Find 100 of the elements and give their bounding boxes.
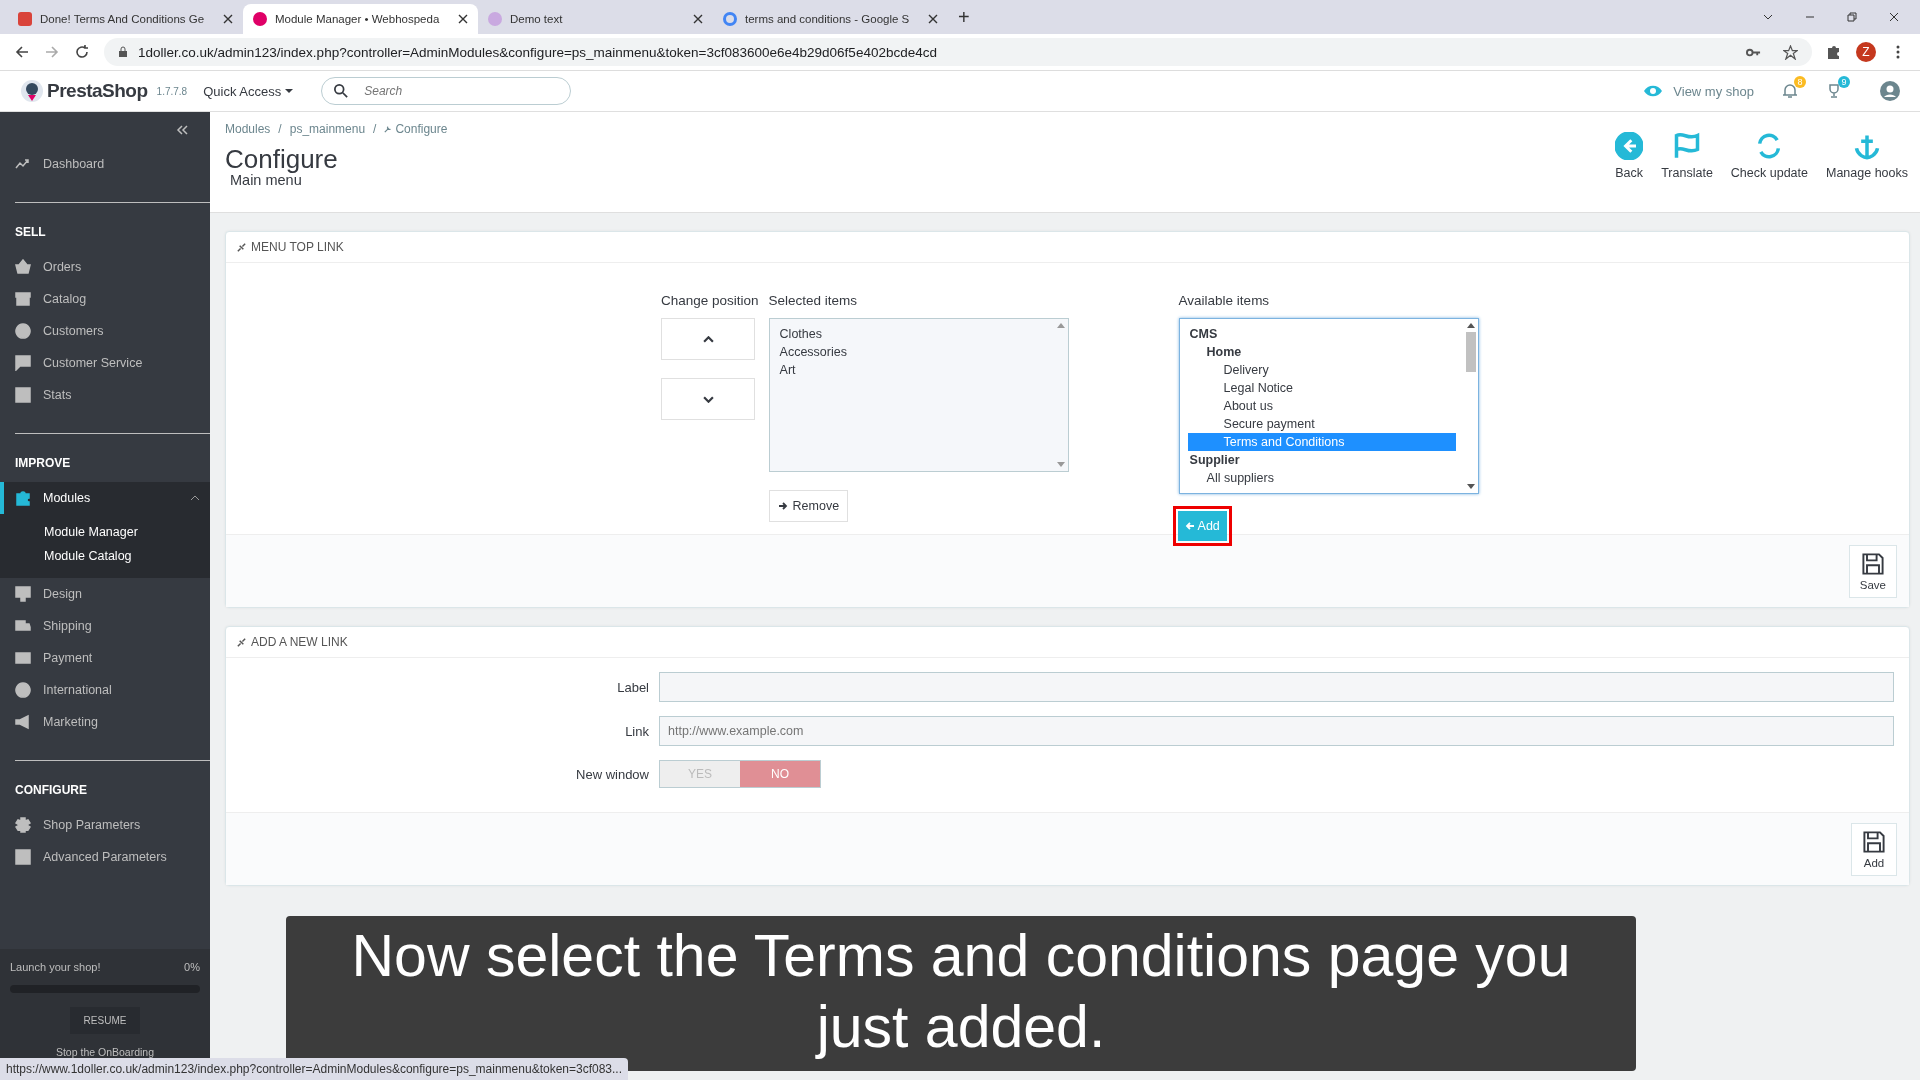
quick-access-dropdown[interactable]: Quick Access [203,83,294,99]
sidebar-item[interactable]: Catalog [0,283,210,315]
toolbar-button[interactable]: Manage hooks [1826,132,1908,180]
chevron-down-icon [702,395,714,403]
back-arrow-icon[interactable] [14,44,30,60]
scroll-thumb[interactable] [1465,332,1476,372]
sidebar-item[interactable]: Stats [0,379,210,411]
restore-icon[interactable] [1846,11,1858,23]
browser-tab[interactable]: Done! Terms And Conditions Ge [8,4,243,34]
list-option[interactable]: All suppliers [1187,469,1456,487]
collapse-icon[interactable] [176,125,188,135]
view-shop-link[interactable]: View my shop [1673,83,1754,99]
sidebar-item[interactable]: Modules [0,482,210,514]
list-option[interactable]: Clothes [777,325,1046,343]
sidebar-item[interactable]: Customers [0,315,210,347]
remove-button[interactable]: Remove [768,490,849,522]
flag-icon [1673,132,1701,160]
sidebar-item[interactable]: Payment [0,642,210,674]
trophy-icon[interactable] [1826,83,1842,99]
list-option[interactable]: Legal Notice [1187,379,1456,397]
list-option[interactable]: About us [1187,397,1456,415]
field-label: Link [624,723,650,739]
address-bar[interactable]: 1doller.co.uk/admin123/index.php?controller=AdminModules&configure=ps_mainmenu&token=3cf083600e6e4b29d06f5e402bcde4cd [104,38,1812,66]
save-button[interactable]: Save [1848,544,1897,598]
account-icon[interactable] [1880,81,1900,101]
arrow-right-icon [777,501,788,511]
section-title: IMPROVE [14,455,72,472]
puzzle-icon[interactable] [1826,44,1842,60]
browser-tab[interactable]: Module Manager • Webhospeda [243,4,478,34]
progress-percent: 0% [184,961,200,973]
chevron-up-icon [702,335,714,343]
toolbar-button[interactable]: Check update [1730,132,1808,180]
section-title: CONFIGURE [14,782,88,799]
close-icon[interactable] [223,14,233,24]
close-icon[interactable] [928,14,938,24]
logo[interactable]: PrestaShop [47,80,148,102]
panel-title: ADD A NEW LINK [251,635,348,649]
page-subtitle: Main menu [230,172,302,188]
sidebar-item[interactable]: Dashboard [0,148,210,180]
breadcrumb-separator: / [278,122,282,136]
sidebar-item[interactable]: Shipping [0,610,210,642]
monitor-icon [15,586,31,602]
caret-icon [285,87,294,95]
list-option[interactable]: Accessories [777,343,1046,361]
list-option[interactable]: Home [1187,343,1456,361]
submenu-item[interactable]: Module Manager [0,520,210,544]
section-title: SELL [14,224,47,241]
bird-logo-icon [20,79,44,103]
list-option[interactable]: Art [777,361,1046,379]
scroll-up-icon[interactable] [1466,323,1475,328]
back-icon [1615,132,1644,160]
list-option[interactable]: Delivery [1187,361,1456,379]
change-position-label: Change position [661,293,759,308]
sidebar-item[interactable]: Customer Service [0,347,210,379]
breadcrumb-link[interactable]: ps_mainmenu [289,122,366,136]
reload-icon[interactable] [74,44,90,60]
stop-onboarding-link[interactable]: Stop the OnBoarding [55,1046,155,1058]
megaphone-icon [15,714,31,730]
toolbar-button[interactable]: Back [1615,132,1644,180]
close-icon[interactable] [1888,11,1900,23]
add-link-button[interactable]: Add [1851,822,1897,876]
sidebar-item[interactable]: Advanced Parameters [0,841,210,873]
sidebar-item[interactable]: International [0,674,210,706]
breadcrumb-link[interactable]: Configure [395,122,448,136]
status-bar-url: https://www.1doller.co.uk/admin123/index.php?controller=AdminModules&configure=ps_mainmenu&token=3cf083... [0,1058,629,1080]
list-option[interactable]: Secure payment [1187,415,1456,433]
search-input[interactable]: Search [362,83,559,99]
close-icon[interactable] [693,14,703,24]
orders-badge: 9 [1838,76,1850,88]
selected-items-label: Selected items [768,293,859,308]
toolbar-button[interactable]: Translate [1661,132,1713,180]
browser-tab[interactable]: terms and conditions - Google S [713,4,948,34]
chevron-up-icon[interactable] [190,495,200,501]
browser-tab[interactable]: Demo text [478,4,713,34]
close-icon[interactable] [458,14,468,24]
scroll-down-icon[interactable] [1466,484,1475,489]
onboarding-title: Launch your shop! [10,961,101,973]
sidebar-item[interactable]: Shop Parameters [0,809,210,841]
sidebar-item[interactable]: Orders [0,251,210,283]
gear-icon [15,817,31,833]
puzzle-icon [15,490,31,506]
arrow-left-icon [1184,521,1195,531]
sidebar-item[interactable]: Marketing [0,706,210,738]
sidebar-item[interactable]: Design [0,578,210,610]
submenu-item[interactable]: Module Catalog [0,544,210,568]
notification-badge: 8 [1794,76,1806,88]
bell-icon[interactable] [1782,83,1798,99]
text-field[interactable] [659,672,1894,702]
lock-icon [118,46,128,58]
new-tab-button[interactable]: + [958,6,970,29]
breadcrumb-link[interactable]: Modules [225,122,271,136]
breadcrumb-separator: / [373,122,377,136]
text-field[interactable]: http://www.example.com [659,716,1894,746]
field-label: Label [616,679,650,695]
star-icon[interactable] [1783,44,1798,60]
list-option[interactable]: CMS [1187,325,1456,343]
resume-button[interactable]: RESUME [69,1007,141,1034]
profile-avatar[interactable]: Z [1856,42,1876,62]
list-option[interactable]: Supplier [1187,451,1456,469]
available-items-label: Available items [1178,293,1271,308]
